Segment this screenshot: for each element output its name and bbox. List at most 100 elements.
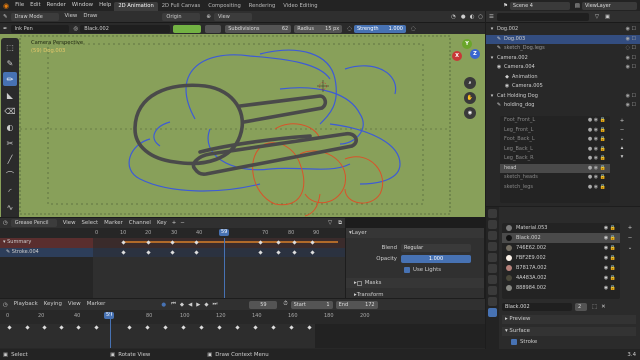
outliner-row-dog-003[interactable]: ✎ Dog.003 ◉ ☐	[486, 34, 640, 44]
material-slot[interactable]: FBF2E9.002 ◉ 🔒	[502, 253, 620, 263]
material-eye-icon[interactable]: ◉ 🔒	[604, 273, 616, 283]
current-frame-field[interactable]: 59	[249, 300, 278, 309]
play-icon[interactable]: ▶	[194, 302, 202, 308]
channel-stroke-004[interactable]: ✎ Stroke.004	[0, 247, 93, 257]
timeline-key-strip[interactable]	[0, 312, 485, 348]
visibility-icon[interactable]: ◉ ☐	[626, 101, 636, 111]
timeline-playhead[interactable]	[110, 312, 111, 348]
polyline-tool-icon[interactable]: ⌒	[3, 168, 17, 182]
eyedropper-tool-icon[interactable]: ✎	[3, 56, 17, 70]
add-layer-small-icon[interactable]: +	[170, 220, 179, 226]
outliner-row-animation[interactable]: ◆ Animation	[486, 73, 640, 83]
new-collection-icon[interactable]: ▣	[602, 14, 613, 20]
gizmo-z-axis-icon[interactable]: Z	[470, 49, 480, 59]
blend-dropdown[interactable]: Regular	[401, 243, 471, 252]
layer-toggle-icons[interactable]: ● ◉ 🔒	[588, 116, 606, 126]
timeline-ruler[interactable]: 0 20 40 80 100 120 140 160 180 200 59	[0, 312, 485, 322]
move-layer-down-icon[interactable]: ▾	[616, 154, 628, 163]
curve-tool-icon[interactable]: ∿	[3, 200, 17, 214]
layer-panel-title[interactable]: ▾ Layer	[346, 228, 484, 238]
menu-render[interactable]: Render	[44, 0, 69, 11]
pan-hand-icon[interactable]: ✋	[464, 92, 476, 104]
navigation-gizmo[interactable]: Y Z X ⌕ ✋ ◉	[452, 39, 482, 129]
outliner-row-dog-002[interactable]: ▾ Dog.002 ◉ ☐	[486, 25, 640, 35]
move-layer-up-icon[interactable]: ▴	[616, 145, 628, 154]
data-tab-icon[interactable]	[488, 297, 497, 306]
view-layer-tab-icon[interactable]	[488, 242, 497, 251]
keyframe[interactable]	[253, 325, 258, 330]
collapse-icon[interactable]: ▾	[489, 54, 495, 64]
menu-playback[interactable]: Playback	[11, 299, 41, 310]
filter-icon[interactable]: ▽	[592, 14, 602, 20]
shading-material-icon[interactable]: ◐	[468, 14, 477, 20]
material-slot[interactable]: 746E62.002 ◉ 🔒	[502, 243, 620, 253]
origin-dropdown[interactable]: Origin	[162, 12, 201, 21]
draw-tool-icon[interactable]: ✏	[3, 72, 17, 86]
material-eye-icon[interactable]: ◉ 🔒	[604, 283, 616, 293]
layer-row[interactable]: sketch_legs ● ◉ 🔒	[500, 183, 610, 193]
outliner-row-sketch-dog-legs[interactable]: ✎ sketch_Dog.legs ◌ ☐	[486, 44, 640, 54]
outliner-row-camera-005[interactable]: ◉ Camera.005	[486, 82, 640, 92]
layer-row[interactable]: Leg_Front_L ● ◉ 🔒	[500, 126, 610, 136]
keyframe[interactable]	[289, 325, 294, 330]
timeline-editor-icon[interactable]: ◷	[0, 302, 11, 308]
keyframe[interactable]	[217, 325, 222, 330]
stroke-section[interactable]: Stroke	[508, 338, 636, 347]
outliner-search-input[interactable]	[496, 12, 589, 21]
dope-menu-view[interactable]: View	[60, 218, 79, 229]
keyframe[interactable]	[271, 325, 276, 330]
outliner-type-icon[interactable]: ☰	[486, 14, 497, 20]
visibility-icon[interactable]: ◌ ☐	[626, 44, 636, 54]
material-slot[interactable]: 4A483A.002 ◉ 🔒	[502, 273, 620, 283]
channel-summary[interactable]: ▾ Summary	[0, 238, 93, 248]
visibility-icon[interactable]: ◉ ☐	[626, 54, 636, 64]
timeline-menu-view[interactable]: View	[65, 299, 84, 310]
menu-file[interactable]: File	[12, 0, 27, 11]
object-tab-icon[interactable]	[488, 275, 497, 284]
jump-end-icon[interactable]: ⏭	[211, 301, 220, 308]
masks-checkbox[interactable]	[356, 280, 362, 286]
dope-editor-icon[interactable]: ◷	[0, 220, 11, 226]
cutter-tool-icon[interactable]: ✂	[3, 136, 17, 150]
tool-tab-icon[interactable]	[488, 209, 497, 218]
brush-selector[interactable]: Ink Pen	[10, 24, 69, 33]
dope-menu-key[interactable]: Key	[154, 218, 170, 229]
dope-current-frame[interactable]: 59	[219, 229, 230, 236]
line-tool-icon[interactable]: ╱	[3, 152, 17, 166]
subdivisions-field[interactable]: Subdivisions 62	[225, 24, 292, 33]
camera-view-icon[interactable]: ◉	[464, 107, 476, 119]
keyframe[interactable]	[307, 325, 312, 330]
dope-menu-select[interactable]: Select	[79, 218, 102, 229]
color-swatch[interactable]	[173, 24, 202, 33]
outliner-row-camera-002[interactable]: ▾ Camera.002 ◉ ☐	[486, 54, 640, 64]
material-tab-icon[interactable]	[488, 308, 497, 317]
select-tool-icon[interactable]: ⬚	[3, 40, 17, 54]
layer-row[interactable]: sketch_heads ● ◉ 🔒	[500, 173, 610, 183]
fill-tool-icon[interactable]: ◣	[3, 88, 17, 102]
blender-logo-icon[interactable]: ◉	[0, 2, 12, 10]
tab-2d-full-canvas[interactable]: 2D Full Canvas	[158, 2, 205, 11]
filter-small-icon[interactable]: ▽	[325, 220, 335, 226]
mode-dropdown[interactable]: Draw Mode	[10, 12, 59, 21]
dope-menu-channel[interactable]: Channel	[126, 218, 154, 229]
erase-tool-icon[interactable]: ⌫	[3, 104, 17, 118]
material-users-count[interactable]: 2	[575, 302, 587, 311]
masks-section[interactable]: ▸ Masks	[346, 278, 484, 288]
gizmo-x-axis-icon[interactable]: X	[452, 51, 462, 61]
output-tab-icon[interactable]	[488, 231, 497, 240]
layer-row-active[interactable]: head ● ◉ 🔒	[500, 163, 610, 173]
editor-type-icon[interactable]: ✎	[0, 14, 11, 20]
layer-toggle-icons[interactable]: ● ◉ 🔒	[588, 183, 606, 193]
radius-field[interactable]: Radius 15 px	[294, 24, 343, 33]
keyframe[interactable]	[235, 325, 240, 330]
scene-selector[interactable]: Scene 4	[509, 1, 570, 10]
menu-help[interactable]: Help	[96, 0, 114, 11]
timeline-menu-marker[interactable]: Marker	[84, 299, 109, 310]
layer-row[interactable]: Leg_Back_L ● ◉ 🔒	[500, 145, 610, 155]
menu-edit[interactable]: Edit	[27, 0, 43, 11]
material-slot[interactable]: Material.053 ◉ 🔒	[502, 223, 620, 233]
layer-toggle-icons[interactable]: ● ◉ 🔒	[588, 173, 606, 183]
world-tab-icon[interactable]	[488, 264, 497, 273]
layer-row[interactable]: Leg_Back_R ● ◉ 🔒	[500, 154, 610, 164]
jump-start-icon[interactable]: ⏮	[169, 301, 178, 308]
